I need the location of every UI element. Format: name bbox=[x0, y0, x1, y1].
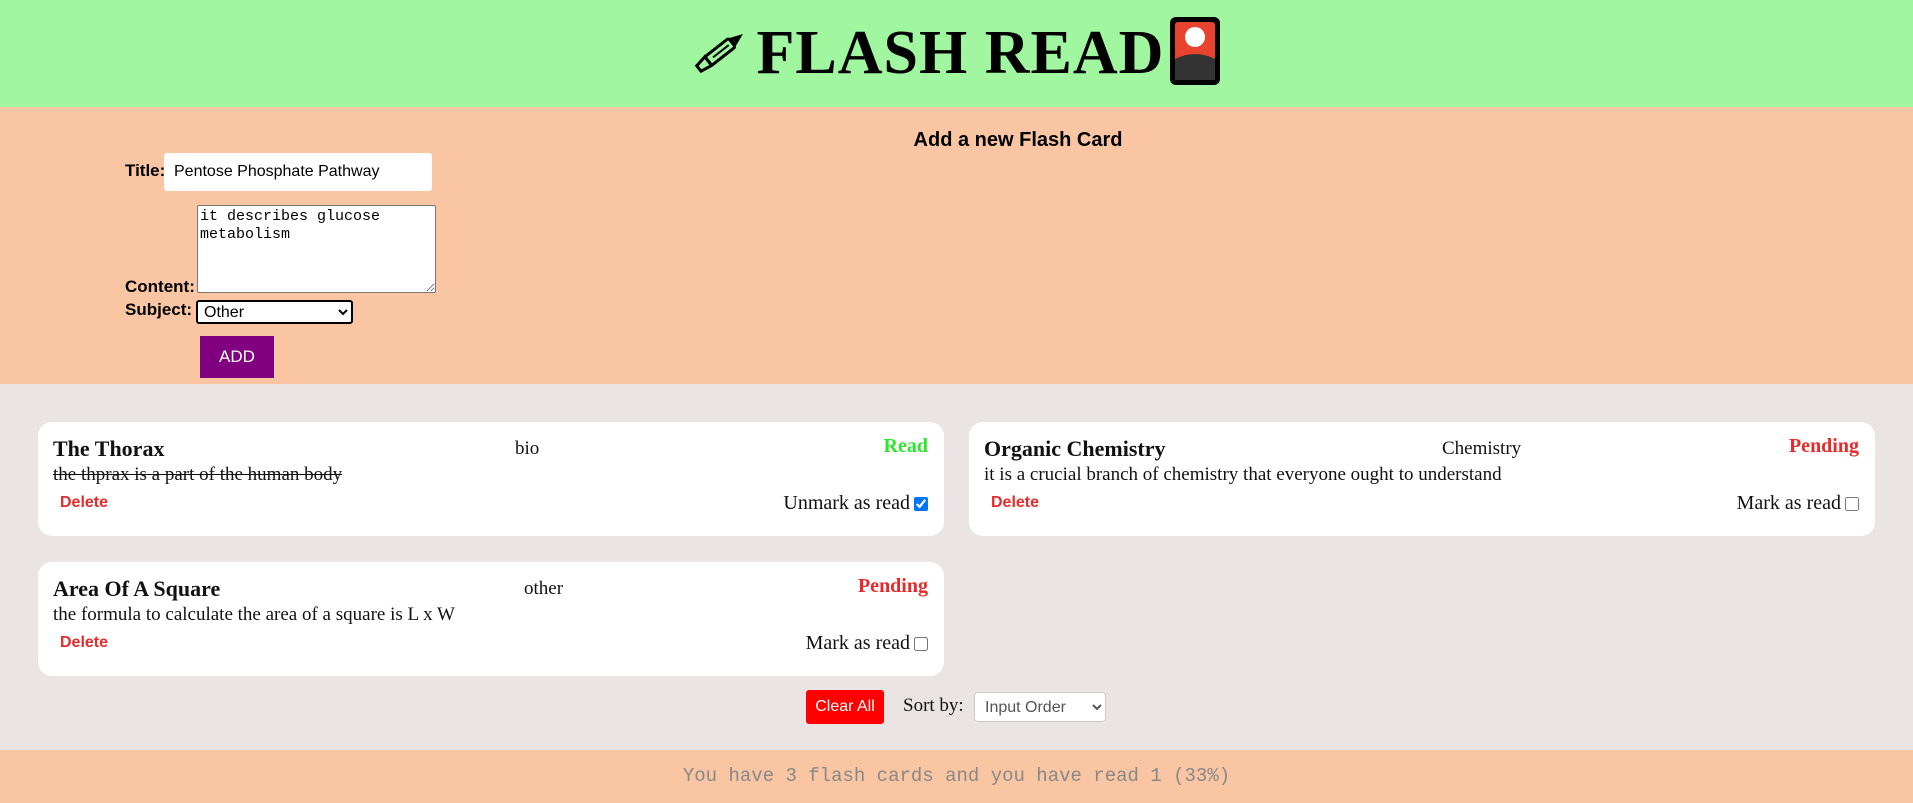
delete-button[interactable]: Delete bbox=[60, 634, 108, 652]
flash-card: Organic Chemistry Chemistry Pending it i… bbox=[969, 422, 1875, 536]
card-subject: Chemistry bbox=[1442, 438, 1522, 459]
card-content: it is a crucial branch of chemistry that… bbox=[984, 464, 1502, 485]
app-title: FLASH READ bbox=[756, 19, 1165, 87]
card-subject: bio bbox=[515, 438, 540, 459]
clear-all-button[interactable]: Clear All bbox=[806, 690, 884, 724]
mark-label: Mark as read bbox=[805, 632, 910, 654]
mark-toggle[interactable]: Mark as read bbox=[1737, 492, 1859, 515]
card-subject: other bbox=[524, 578, 564, 599]
read-checkbox[interactable] bbox=[1845, 496, 1859, 511]
read-stats: You have 3 flash cards and you have read… bbox=[682, 765, 1231, 787]
mark-toggle[interactable]: Unmark as read bbox=[783, 492, 928, 515]
app-header: FLASH READ bbox=[0, 0, 1913, 107]
subject-label: Subject: bbox=[125, 300, 193, 319]
card-title: Area Of A Square bbox=[53, 576, 221, 601]
delete-button[interactable]: Delete bbox=[991, 494, 1039, 512]
card-status: Pending bbox=[1788, 435, 1859, 457]
content-textarea[interactable]: it describes glucose metabolism bbox=[197, 205, 436, 293]
card-content: the thprax is a part of the human body bbox=[53, 464, 343, 485]
footer: You have 3 flash cards and you have read… bbox=[0, 750, 1913, 803]
mark-label: Mark as read bbox=[1736, 492, 1841, 514]
content-label: Content: bbox=[125, 277, 195, 296]
delete-button[interactable]: Delete bbox=[60, 494, 108, 512]
form-heading: Add a new Flash Card bbox=[913, 129, 1123, 151]
subject-select[interactable]: Other bbox=[196, 300, 353, 324]
card-content: the formula to calculate the area of a s… bbox=[53, 604, 455, 625]
read-checkbox[interactable] bbox=[914, 636, 928, 651]
flash-card-icon bbox=[1168, 15, 1222, 92]
card-title: Organic Chemistry bbox=[984, 436, 1166, 461]
mark-label: Unmark as read bbox=[783, 492, 910, 514]
app-logo: FLASH READ bbox=[691, 15, 1223, 92]
read-checkbox[interactable] bbox=[914, 496, 928, 511]
sort-label: Sort by: bbox=[903, 695, 964, 716]
mark-toggle[interactable]: Mark as read bbox=[806, 632, 928, 655]
title-input[interactable] bbox=[164, 153, 432, 191]
card-title: The Thorax bbox=[53, 436, 165, 461]
flash-card: Area Of A Square other Pending the formu… bbox=[38, 562, 944, 676]
card-status: Pending bbox=[857, 575, 928, 597]
title-label: Title: bbox=[125, 161, 166, 180]
add-button[interactable]: ADD bbox=[200, 336, 274, 378]
flash-card: The Thorax bio Read the thprax is a part… bbox=[38, 422, 944, 536]
card-status: Read bbox=[883, 435, 928, 457]
sort-select[interactable]: Input Order bbox=[974, 692, 1106, 722]
fountain-pen-icon bbox=[691, 23, 753, 84]
